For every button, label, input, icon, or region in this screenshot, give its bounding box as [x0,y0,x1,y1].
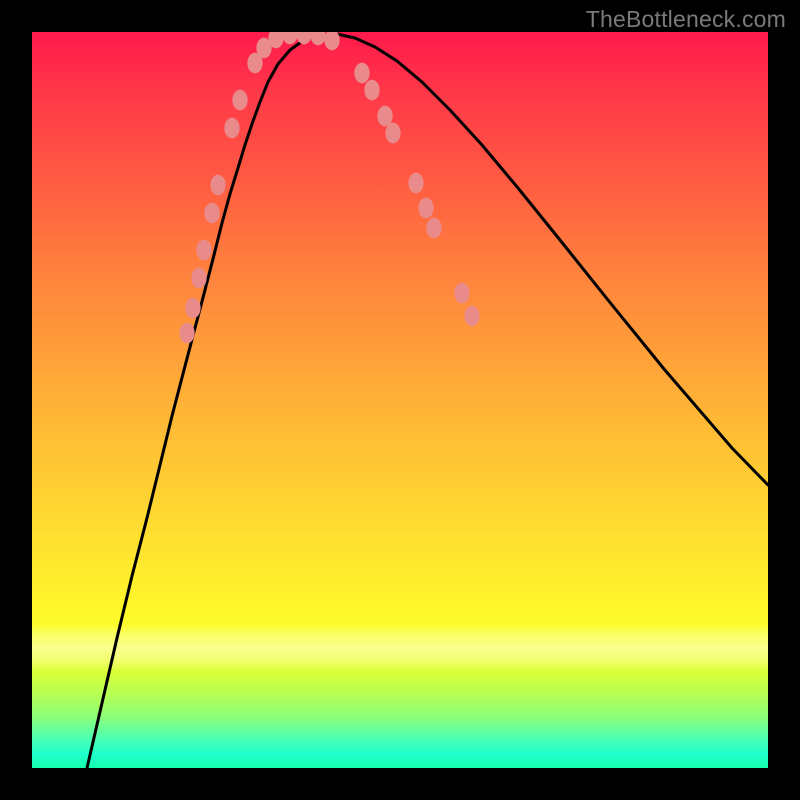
plot-area [32,32,768,768]
curve-marker [364,80,379,101]
curve-marker [210,175,225,196]
curve-marker [191,268,206,289]
curve-marker [354,63,369,84]
curve-marker [454,283,469,304]
curve-marker [232,90,247,111]
curve-marker [204,203,219,224]
curve-marker [179,323,194,344]
curve-markers [179,32,479,343]
curve-marker [224,118,239,139]
curve-marker [426,218,441,239]
chart-stage: TheBottleneck.com [0,0,800,800]
curve-marker [310,32,325,45]
curve-marker [418,198,433,219]
curve-marker [408,173,423,194]
chart-overlay [32,32,768,768]
curve-marker [377,106,392,127]
curve-marker [464,306,479,327]
curve-marker [324,32,339,50]
curve-marker [196,240,211,261]
watermark-text: TheBottleneck.com [586,6,786,33]
bottleneck-curve [87,34,768,768]
curve-marker [185,298,200,319]
curve-marker [385,123,400,144]
curve-marker [282,32,297,44]
